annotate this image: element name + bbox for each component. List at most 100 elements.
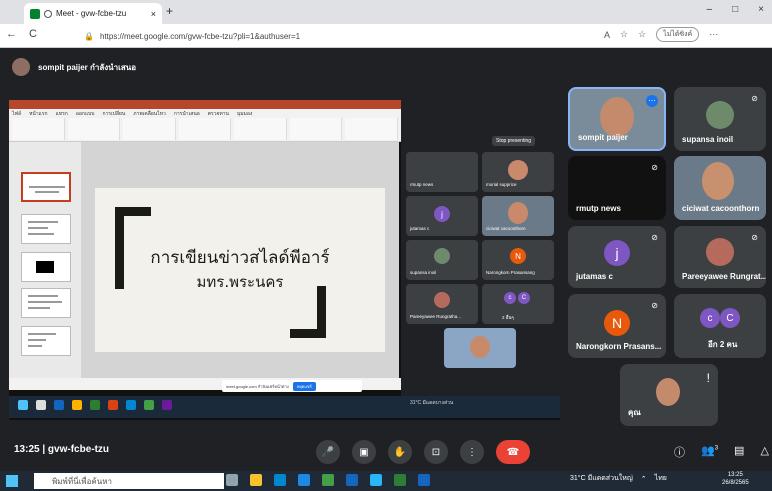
ribbon-tab: ออกแบบ bbox=[75, 111, 95, 117]
lock-icon: 🔒 bbox=[84, 31, 94, 41]
ribbon-tab: แทรก bbox=[55, 111, 68, 117]
inner-tile: ciciwat cacoonthorn bbox=[482, 196, 554, 236]
ribbon-tab: ภาพเคลื่อนไหว bbox=[133, 111, 166, 117]
profile-button[interactable]: ไม่ได้ซิงค์ bbox=[656, 27, 700, 42]
inner-tile-name: morial supprice bbox=[486, 182, 517, 187]
extensions-icon[interactable]: ☆ bbox=[620, 29, 628, 40]
window-controls: – □ × bbox=[707, 4, 764, 15]
app-icon[interactable] bbox=[370, 474, 382, 486]
presenting-banner: sompit paijer กำลังนำเสนอ bbox=[12, 54, 136, 80]
tab-title: Meet - gvw-fcbe-tzu bbox=[56, 9, 127, 18]
inner-tile: cC2 อื่นๆ bbox=[482, 284, 554, 324]
end-call-button[interactable]: ☎ bbox=[496, 440, 530, 464]
slide-thumbnail bbox=[21, 172, 71, 202]
ribbon-tab: หน้าแรก bbox=[29, 111, 48, 117]
call-controls: 🎤 ▣ ✋ ⊡ ⋮ ☎ bbox=[316, 440, 530, 464]
inner-self-tile bbox=[444, 328, 516, 368]
file-explorer-icon[interactable] bbox=[250, 474, 262, 486]
new-tab-button[interactable]: + bbox=[166, 4, 173, 18]
edge-icon[interactable] bbox=[274, 474, 286, 486]
ribbon-tab: ไฟล์ bbox=[12, 111, 22, 117]
participant-name: sompit paijer bbox=[578, 133, 628, 142]
slide-thumbnail bbox=[21, 288, 71, 318]
raise-hand-button[interactable]: ✋ bbox=[388, 440, 412, 464]
word-icon[interactable] bbox=[418, 474, 430, 486]
avatar bbox=[12, 58, 30, 76]
avatar bbox=[706, 238, 734, 266]
participant-tile-others[interactable]: c C อีก 2 คน bbox=[674, 294, 766, 358]
participant-name: rmutp news bbox=[576, 204, 621, 213]
chrome-icon[interactable] bbox=[322, 474, 334, 486]
inner-tray: 31°C มีแดดบางส่วน bbox=[410, 399, 453, 407]
participant-name: supansa inoil bbox=[682, 135, 734, 144]
excel-icon[interactable] bbox=[394, 474, 406, 486]
language-indicator[interactable]: ไทย bbox=[655, 473, 667, 484]
participant-tile-narongkorn[interactable]: N ⊘ Narongkorn Prasans... bbox=[568, 294, 666, 358]
inner-weather: 31°C มีแดดบางส่วน bbox=[410, 400, 454, 406]
inner-tile: N Narongkorn Prasansang bbox=[482, 240, 554, 280]
tab-close-icon[interactable]: × bbox=[151, 9, 156, 19]
clock[interactable]: 13:25 26/8/2565 bbox=[722, 471, 749, 487]
mic-off-icon: ⊘ bbox=[651, 301, 658, 310]
inner-tile-name: jutamas c bbox=[410, 226, 430, 231]
browser-toolbar-right: A ☆ ☆ ไม่ได้ซิงค์ ⋯ bbox=[604, 27, 718, 42]
participant-tile-pareeyawee[interactable]: ⊘ Pareeyawee Rungrat... bbox=[674, 226, 766, 288]
store-icon[interactable] bbox=[346, 474, 358, 486]
people-icon[interactable]: 👥3 bbox=[701, 444, 718, 460]
inner-taskbar-icons bbox=[18, 400, 172, 410]
avatar: j bbox=[604, 240, 630, 266]
participant-name: ciciwat cacoonthorn bbox=[682, 204, 760, 213]
inner-tile: Pareeyawee Rungratha... bbox=[406, 284, 478, 324]
weather[interactable]: 31°C มีแดดส่วนใหญ่ bbox=[570, 473, 633, 484]
inner-tile-name: 2 อื่นๆ bbox=[502, 315, 514, 320]
back-icon[interactable]: ← bbox=[6, 28, 17, 40]
chat-icon[interactable]: ▤ bbox=[734, 444, 744, 460]
ribbon-tab: ตรวจทาน bbox=[207, 111, 229, 117]
ppt-ribbon-tabs: ไฟล์ หน้าแรก แทรก ออกแบบ การเปลี่ยน ภาพเ… bbox=[12, 110, 252, 118]
read-aloud-icon[interactable]: A bbox=[604, 30, 610, 40]
more-options-button[interactable]: ⋮ bbox=[460, 440, 484, 464]
inner-tile-name: rmutp news bbox=[410, 182, 434, 187]
mic-off-icon: ⊘ bbox=[651, 163, 658, 172]
participant-name: คุณ bbox=[628, 408, 641, 417]
mic-off-icon: ⊘ bbox=[651, 233, 658, 242]
participant-name: Narongkorn Prasans... bbox=[576, 342, 662, 351]
meeting-code: 13:25 | gvw-fcbe-tzu bbox=[14, 444, 110, 455]
inner-stop-presenting: Stop presenting bbox=[492, 136, 536, 146]
slide-title-line2: มทร.พระนคร bbox=[196, 273, 284, 291]
task-view-icon[interactable] bbox=[226, 474, 238, 486]
favorites-icon[interactable]: ☆ bbox=[638, 29, 646, 40]
presenting-text: sompit paijer กำลังนำเสนอ bbox=[38, 62, 137, 72]
mic-button[interactable]: 🎤 bbox=[316, 440, 340, 464]
participant-tile-jutamas[interactable]: j ⊘ jutamas c bbox=[568, 226, 666, 288]
mail-icon[interactable] bbox=[298, 474, 310, 486]
activities-icon[interactable]: △ bbox=[760, 444, 768, 460]
participant-name: อีก 2 คน bbox=[708, 340, 738, 349]
participant-tile-sompit[interactable]: sompit paijer ⋯ bbox=[568, 87, 666, 151]
maximize-button[interactable]: □ bbox=[732, 4, 738, 15]
more-icon[interactable]: ⋯ bbox=[709, 29, 718, 40]
inner-tile: rmutp news bbox=[406, 152, 478, 192]
url-field[interactable]: 🔒 https://meet.google.com/gvw-fcbe-tzu?p… bbox=[84, 28, 604, 44]
avatar: c bbox=[700, 308, 720, 328]
close-window-button[interactable]: × bbox=[758, 4, 764, 15]
participant-tile-rmutp[interactable]: ⊘ rmutp news bbox=[568, 156, 666, 220]
slide-thumbnail bbox=[21, 214, 71, 244]
wifi-icon[interactable]: ⌃ bbox=[641, 475, 647, 483]
camera-button[interactable]: ▣ bbox=[352, 440, 376, 464]
participant-tile-supansa[interactable]: ⊘ supansa inoil bbox=[674, 87, 766, 151]
present-button[interactable]: ⊡ bbox=[424, 440, 448, 464]
taskbar-search[interactable]: พิมพ์ที่นี่เพื่อค้นหา bbox=[34, 473, 224, 489]
windows-start-icon[interactable] bbox=[6, 475, 18, 487]
avatar: C bbox=[720, 308, 740, 328]
minimize-button[interactable]: – bbox=[707, 4, 713, 15]
meet-tab-icon bbox=[30, 8, 40, 19]
slide-thumbnail bbox=[21, 326, 71, 356]
ppt-titlebar bbox=[9, 100, 401, 109]
participant-tile-self[interactable]: ! คุณ bbox=[620, 364, 718, 426]
browser-tab[interactable]: Meet - gvw-fcbe-tzu × bbox=[24, 3, 162, 24]
participant-tile-ciciwat[interactable]: ciciwat cacoonthorn bbox=[674, 156, 766, 220]
reload-icon[interactable]: C bbox=[29, 28, 37, 40]
info-icon[interactable]: ⓘ bbox=[674, 444, 685, 460]
inner-tile-name: ciciwat cacoonthorn bbox=[486, 226, 526, 231]
